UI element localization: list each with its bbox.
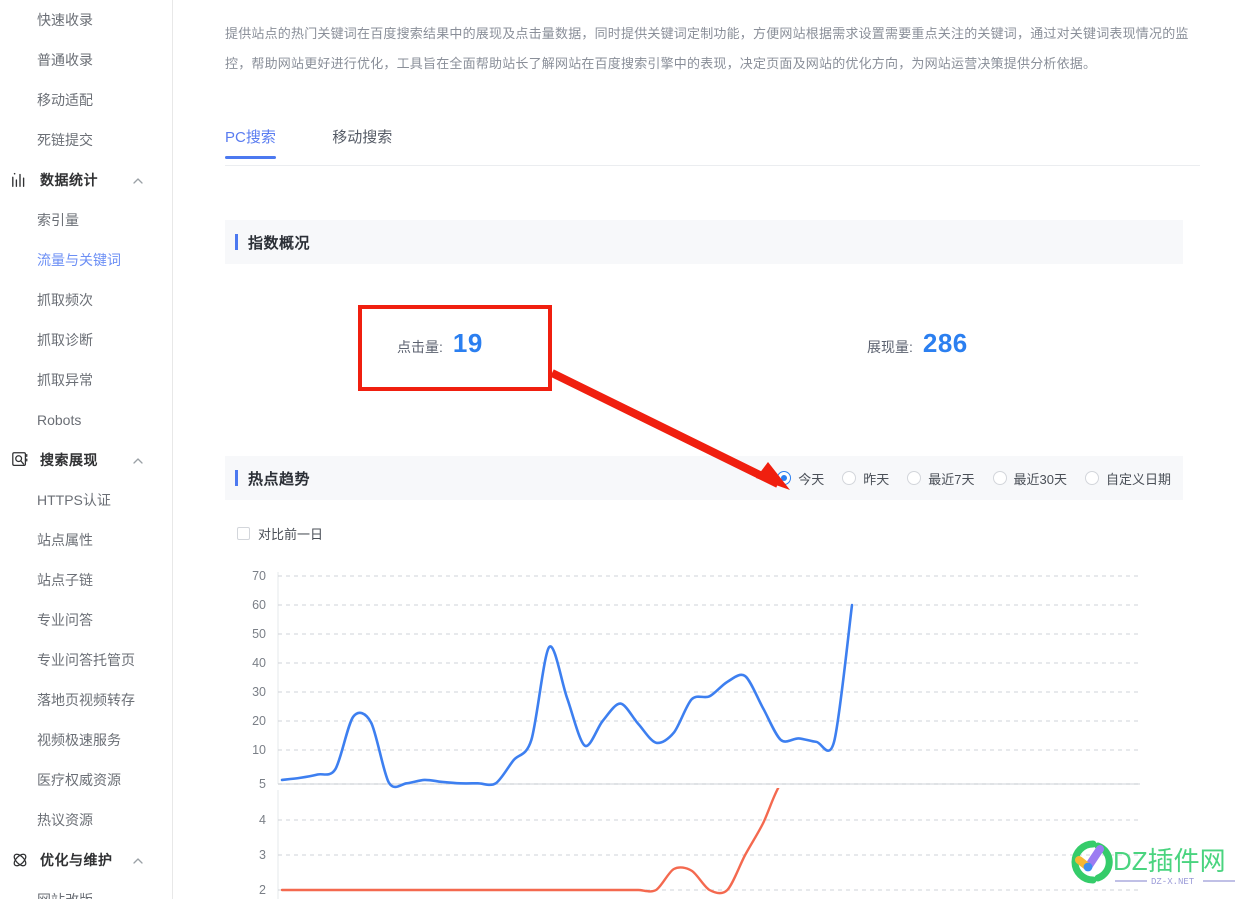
sidebar-group-label: 数据统计 bbox=[40, 172, 98, 188]
checkbox-indicator bbox=[237, 527, 250, 540]
chevron-up-icon bbox=[132, 854, 144, 866]
chevron-up-icon bbox=[132, 454, 144, 466]
sidebar-group-label: 搜索展现 bbox=[40, 452, 98, 468]
radio-custom-date-indicator bbox=[1084, 471, 1099, 485]
section-accent-bar bbox=[235, 234, 238, 250]
svg-text:40: 40 bbox=[252, 656, 266, 670]
section-title-trend: 热点趋势 bbox=[248, 470, 311, 488]
overview-stats: 点击量: 19 展现量: 286 bbox=[225, 320, 1183, 370]
radio-last-7-days-indicator bbox=[907, 471, 922, 485]
radio-custom-date[interactable]: 自定义日期 bbox=[1084, 469, 1171, 488]
section-header-overview: 指数概况 bbox=[225, 220, 1183, 264]
sidebar-item-reyiziyuan[interactable]: 热议资源 bbox=[0, 800, 172, 840]
sidebar-item-zhandianshuxing[interactable]: 站点属性 bbox=[0, 520, 172, 560]
radio-last-7-days[interactable]: 最近7天 bbox=[907, 469, 975, 488]
date-range-radio-group: 今天 昨天 最近7天 最近30天 自定义日期 bbox=[759, 456, 1171, 500]
sidebar-group-data-stats[interactable]: 数据统计 bbox=[0, 160, 172, 200]
radio-today[interactable]: 今天 bbox=[777, 469, 824, 488]
main-content: 提供站点的热门关键词在百度搜索结果中的展现及点击量数据，同时提供关键词定制功能，… bbox=[173, 0, 1260, 899]
sidebar-item-zhandianzilian[interactable]: 站点子链 bbox=[0, 560, 172, 600]
radio-last-30-days-indicator bbox=[992, 471, 1007, 485]
radio-last-7-days-label: 最近7天 bbox=[928, 471, 975, 487]
stat-clicks-value: 19 bbox=[452, 328, 483, 358]
search-box-icon bbox=[10, 450, 30, 470]
stat-clicks: 点击量: 19 bbox=[397, 328, 483, 359]
stat-clicks-label: 点击量: bbox=[397, 339, 443, 355]
sidebar-item-luodiyeshipinzhuancun[interactable]: 落地页视频转存 bbox=[0, 680, 172, 720]
stat-impressions-label: 展现量: bbox=[867, 339, 913, 355]
sidebar: 快速收录 普通收录 移动适配 死链提交 数据统计 索引量 流量与关键词 抓取频次… bbox=[0, 0, 173, 899]
tab-pc-search[interactable]: PC搜索 bbox=[225, 126, 276, 159]
radio-yesterday-label: 昨天 bbox=[863, 471, 890, 487]
radio-last-30-days[interactable]: 最近30天 bbox=[992, 469, 1067, 488]
sidebar-item-wangzhangaiban[interactable]: 网站改版 bbox=[0, 880, 172, 899]
svg-text:2: 2 bbox=[259, 883, 266, 897]
radio-last-30-days-label: 最近30天 bbox=[1013, 471, 1067, 487]
sidebar-item-https[interactable]: HTTPS认证 bbox=[0, 480, 172, 520]
sidebar-item-zhuanyewendatuoguanye[interactable]: 专业问答托管页 bbox=[0, 640, 172, 680]
sidebar-item-zhuanyewenda[interactable]: 专业问答 bbox=[0, 600, 172, 640]
section-title-overview: 指数概况 bbox=[248, 234, 311, 252]
sidebar-group-optimize-maintain[interactable]: 优化与维护 bbox=[0, 840, 172, 880]
sidebar-top-items: 快速收录 普通收录 移动适配 死链提交 bbox=[0, 0, 172, 160]
sidebar-item-zhuaqupinci[interactable]: 抓取频次 bbox=[0, 280, 172, 320]
sidebar-item-putongshoulu[interactable]: 普通收录 bbox=[0, 40, 172, 80]
svg-text:60: 60 bbox=[252, 598, 266, 612]
sidebar-group-label: 优化与维护 bbox=[40, 852, 113, 868]
tab-mobile-search[interactable]: 移动搜索 bbox=[332, 126, 392, 158]
section-header-trend: 热点趋势 今天 昨天 最近7天 最近30天 自定义日期 bbox=[225, 456, 1183, 500]
svg-text:50: 50 bbox=[252, 627, 266, 641]
sidebar-item-zhuaquzhenduan[interactable]: 抓取诊断 bbox=[0, 320, 172, 360]
svg-text:10: 10 bbox=[252, 743, 266, 757]
page-root: 快速收录 普通收录 移动适配 死链提交 数据统计 索引量 流量与关键词 抓取频次… bbox=[0, 0, 1260, 899]
stat-impressions: 展现量: 286 bbox=[867, 328, 968, 359]
atom-icon bbox=[10, 850, 30, 870]
svg-text:70: 70 bbox=[252, 569, 266, 583]
sidebar-item-yidongshipei[interactable]: 移动适配 bbox=[0, 80, 172, 120]
sidebar-item-silianjiaotiao[interactable]: 死链提交 bbox=[0, 120, 172, 160]
bar-chart-icon bbox=[10, 170, 30, 190]
sidebar-item-robots[interactable]: Robots bbox=[0, 400, 172, 440]
trend-chart: 70 60 50 40 30 20 10 5 4 3 2 bbox=[225, 558, 1200, 899]
radio-yesterday-indicator bbox=[842, 471, 857, 485]
svg-text:30: 30 bbox=[252, 685, 266, 699]
compare-previous-day-label: 对比前一日 bbox=[258, 527, 324, 542]
svg-text:5: 5 bbox=[259, 777, 266, 791]
sidebar-item-suoyinliang[interactable]: 索引量 bbox=[0, 200, 172, 240]
sidebar-item-kuaisushoulu[interactable]: 快速收录 bbox=[0, 0, 172, 40]
sidebar-item-zhuaquyichang[interactable]: 抓取异常 bbox=[0, 360, 172, 400]
radio-yesterday[interactable]: 昨天 bbox=[842, 469, 889, 488]
svg-text:3: 3 bbox=[259, 848, 266, 862]
svg-text:4: 4 bbox=[259, 813, 266, 827]
search-type-tabs: PC搜索 移动搜索 bbox=[225, 126, 1200, 166]
trend-chart-svg: 70 60 50 40 30 20 10 5 4 3 2 bbox=[252, 569, 1140, 899]
stat-impressions-value: 286 bbox=[922, 328, 968, 358]
sidebar-item-liuliangyuguanjianci[interactable]: 流量与关键词 bbox=[0, 240, 172, 280]
sidebar-item-yiliaoquanweiziyuan[interactable]: 医疗权威资源 bbox=[0, 760, 172, 800]
radio-today-label: 今天 bbox=[798, 471, 825, 487]
section-accent-bar bbox=[235, 470, 238, 486]
compare-previous-day-checkbox[interactable]: 对比前一日 bbox=[237, 524, 323, 543]
radio-today-indicator bbox=[777, 471, 792, 485]
page-description: 提供站点的热门关键词在百度搜索结果中的展现及点击量数据，同时提供关键词定制功能，… bbox=[225, 26, 1189, 71]
chevron-up-icon bbox=[132, 174, 144, 186]
radio-custom-date-label: 自定义日期 bbox=[1105, 471, 1171, 487]
sidebar-item-shipinjisufuwu[interactable]: 视频极速服务 bbox=[0, 720, 172, 760]
sidebar-group-search-display[interactable]: 搜索展现 bbox=[0, 440, 172, 480]
svg-text:20: 20 bbox=[252, 714, 266, 728]
